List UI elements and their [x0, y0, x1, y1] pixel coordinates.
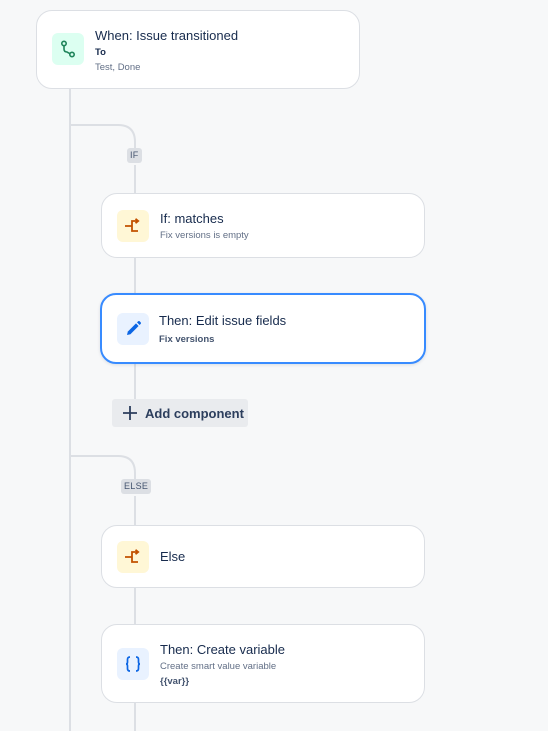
else-condition-title: Else	[160, 549, 186, 564]
create-variable-card[interactable]: Then: Create variable Create smart value…	[101, 624, 425, 703]
trigger-detail-value: Test, Done	[95, 62, 141, 73]
pencil-icon	[117, 313, 149, 345]
if-condition-subtitle: Fix versions is empty	[160, 230, 249, 241]
if-condition-card[interactable]: If: matches Fix versions is empty	[101, 193, 425, 258]
plus-icon	[122, 405, 138, 421]
flow-connectors	[69, 88, 136, 731]
add-component-button[interactable]: Add component	[112, 399, 248, 427]
branch-transition-icon	[52, 33, 84, 65]
edit-issue-fields-card[interactable]: Then: Edit issue fields Fix versions	[100, 293, 426, 364]
trigger-title: When: Issue transitioned	[95, 28, 239, 43]
trigger-card[interactable]: When: Issue transitioned To Test, Done	[36, 10, 360, 89]
if-branch-tag: IF	[127, 148, 142, 163]
condition-branch-icon	[117, 210, 149, 242]
if-condition-title: If: matches	[160, 211, 224, 226]
create-variable-subtitle: Create smart value variable	[160, 661, 277, 672]
condition-branch-icon	[117, 541, 149, 573]
braces-icon	[117, 648, 149, 680]
create-variable-title: Then: Create variable	[160, 642, 286, 657]
edit-issue-fields-subtitle: Fix versions	[159, 334, 215, 345]
trigger-detail-label: To	[95, 47, 106, 58]
create-variable-detail: {{var}}	[160, 676, 190, 687]
else-branch-tag: ELSE	[121, 479, 152, 494]
add-component-label: Add component	[145, 405, 244, 421]
edit-issue-fields-title: Then: Edit issue fields	[159, 313, 287, 328]
else-condition-card[interactable]: Else	[101, 525, 425, 588]
